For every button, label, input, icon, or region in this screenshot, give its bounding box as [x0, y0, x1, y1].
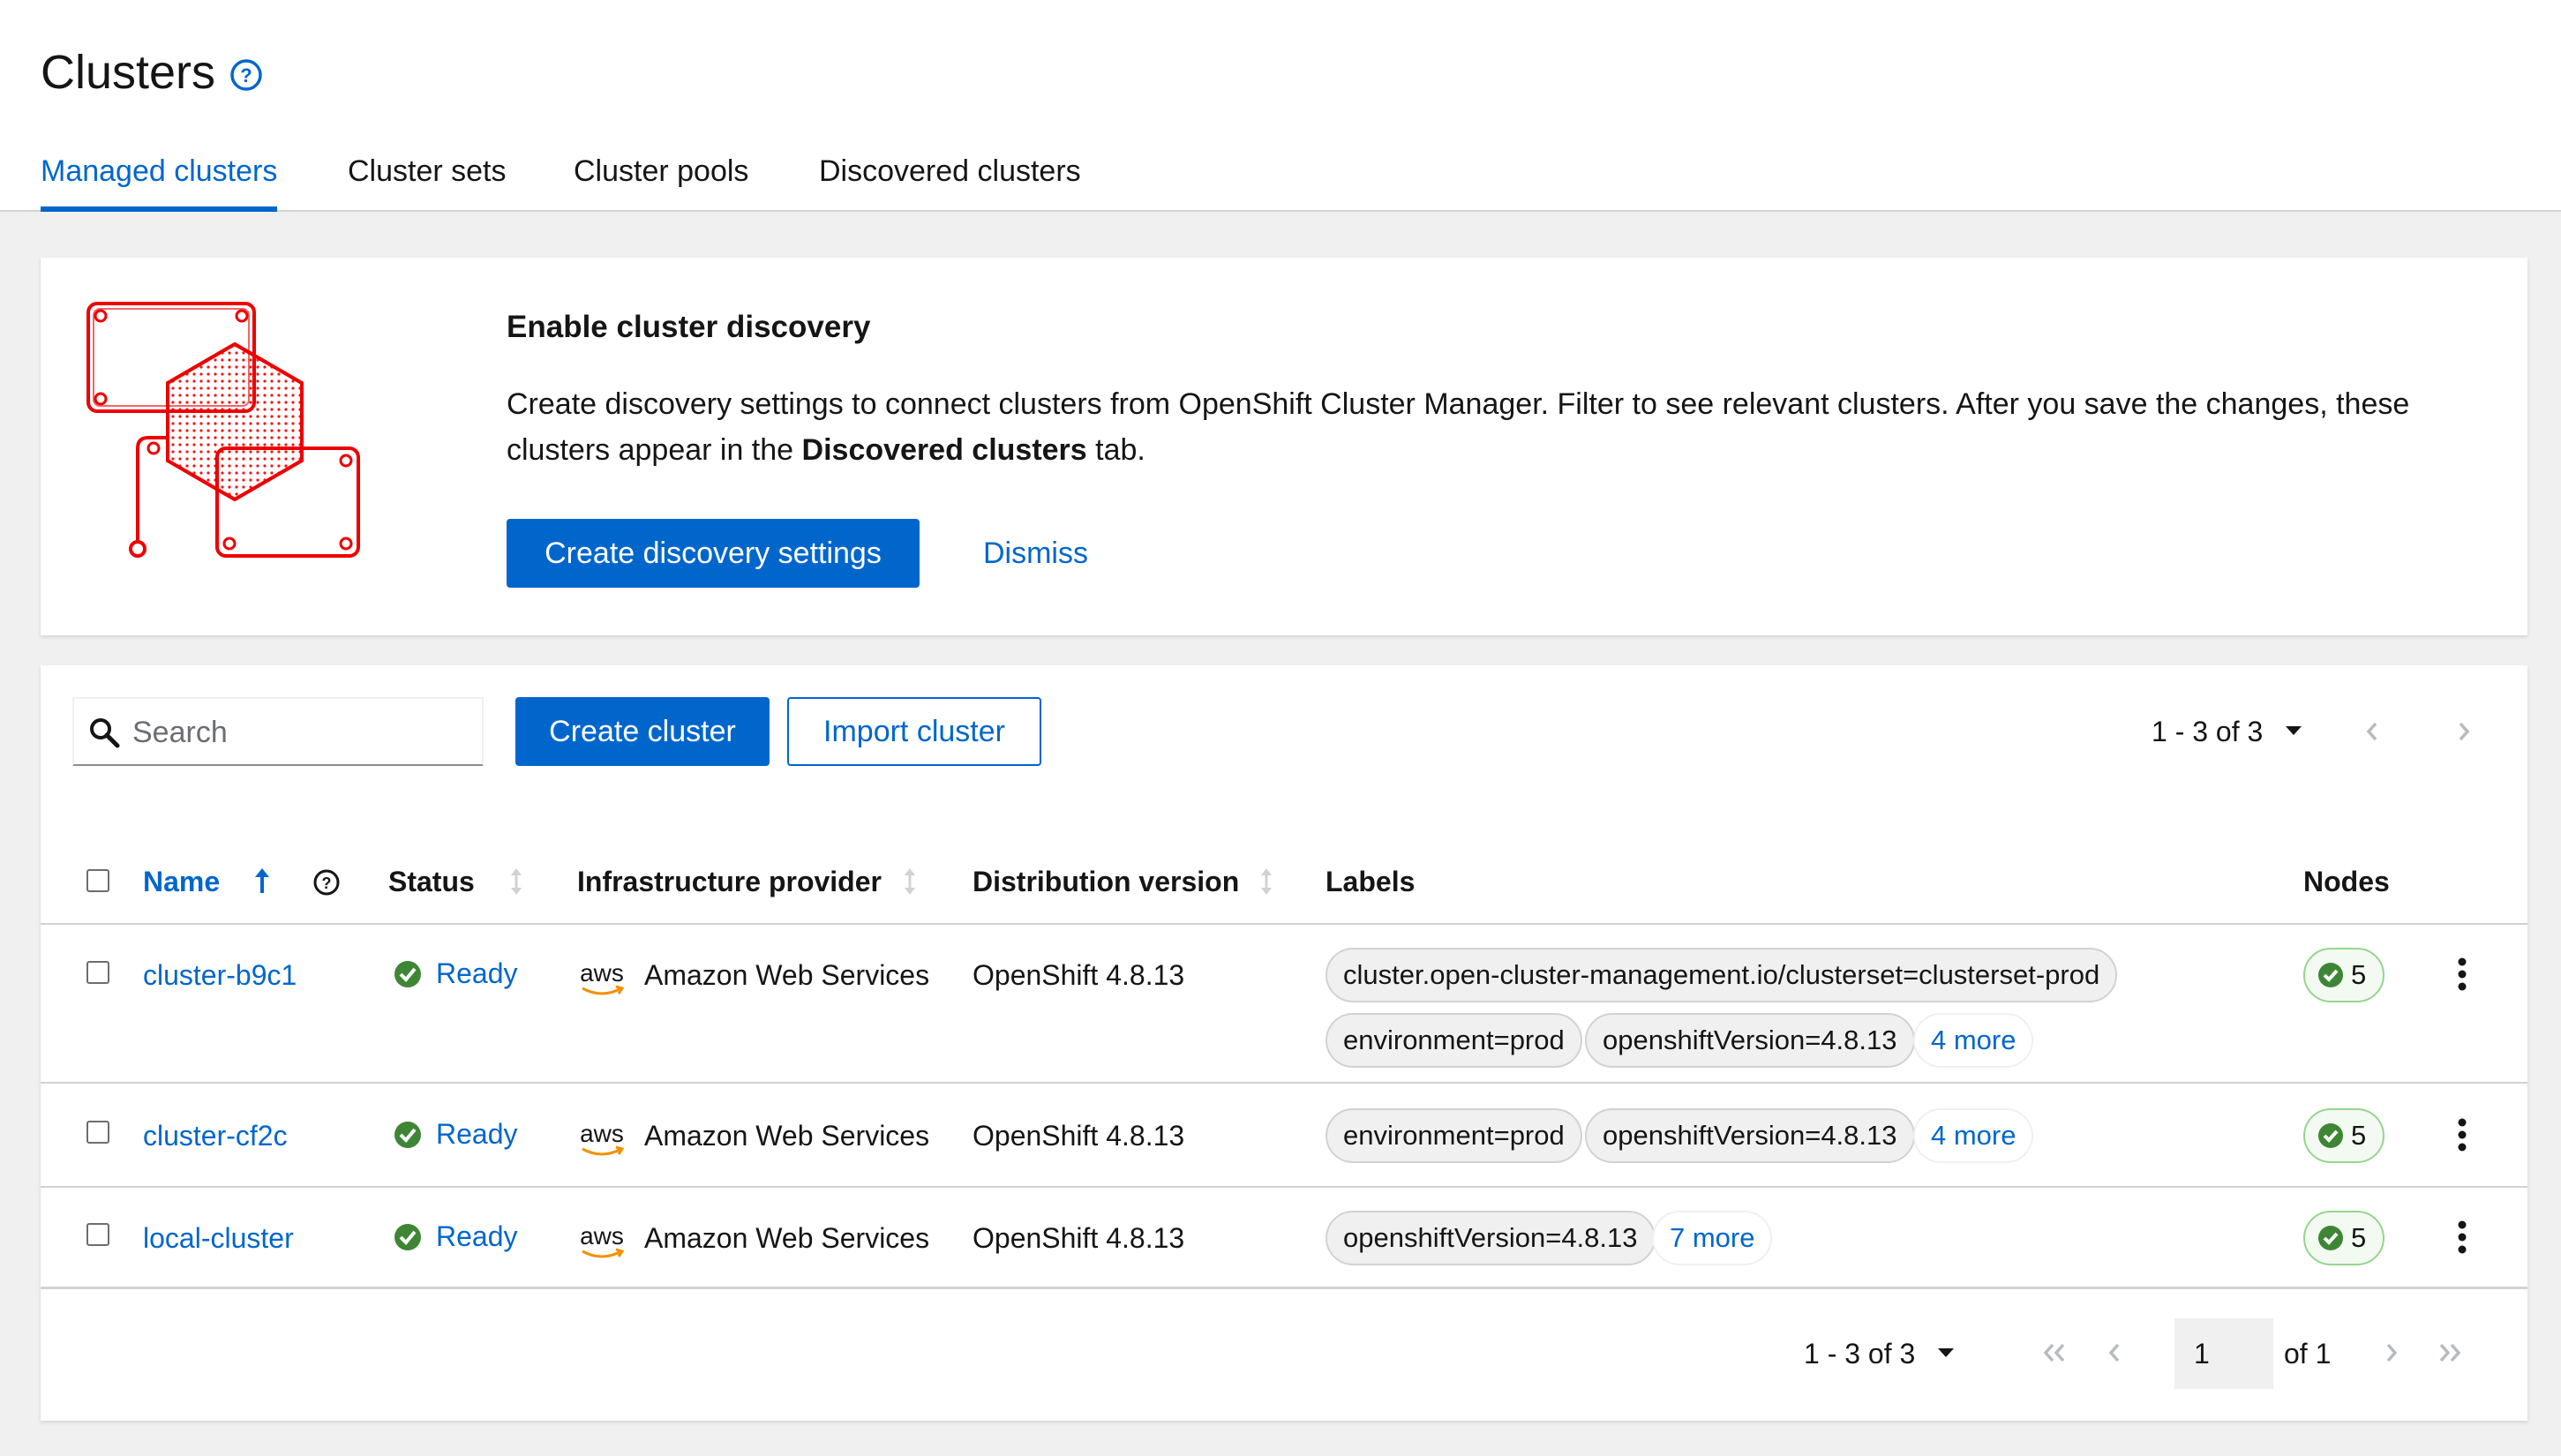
tab-managed-clusters[interactable]: Managed clusters [41, 148, 278, 212]
first-page-icon[interactable] [2039, 1340, 2070, 1366]
page-count-text: of 1 [2284, 1338, 2332, 1370]
more-labels-button[interactable]: 4 more [1913, 1013, 2034, 1068]
label-chip: environment=prod [1326, 1108, 1582, 1163]
search-field[interactable] [72, 697, 484, 766]
nodes-count-badge[interactable]: 5 [2303, 1211, 2385, 1265]
next-page-icon[interactable] [2381, 1340, 2402, 1366]
page-number-input[interactable] [2174, 1318, 2273, 1389]
cluster-discovery-illustration [86, 302, 360, 558]
previous-page-icon[interactable] [2104, 1340, 2125, 1366]
cluster-name-link[interactable]: cluster-b9c1 [143, 953, 297, 997]
discovery-description-emphasis: Discovered clusters [801, 433, 1087, 467]
distribution-version: OpenShift 4.8.13 [973, 1222, 1185, 1254]
label-chip: openshiftVersion=4.8.13 [1585, 1013, 1915, 1068]
column-header-infrastructure-provider[interactable]: Infrastructure provider [577, 859, 882, 904]
column-header-status[interactable]: Status [388, 859, 475, 904]
aws-logo-icon: aws [580, 1223, 625, 1258]
cluster-name-link[interactable]: cluster-cf2c [143, 1114, 288, 1158]
discovery-description-text: Create discovery settings to connect clu… [507, 387, 2410, 467]
row-select-checkbox[interactable] [86, 1121, 109, 1144]
caret-down-icon[interactable] [1936, 1347, 1956, 1359]
row-select-checkbox[interactable] [86, 961, 109, 984]
page-title: Clusters [41, 46, 216, 99]
dismiss-button[interactable]: Dismiss [983, 519, 1088, 588]
column-header-name[interactable]: Name [143, 859, 220, 904]
pagination-footer: 1 - 3 of 3 of 1 [41, 1287, 2527, 1421]
tab-cluster-pools[interactable]: Cluster pools [574, 148, 748, 212]
label-chip: cluster.open-cluster-management.io/clust… [1326, 948, 2118, 1002]
check-circle-icon [394, 961, 421, 987]
status-ready-link[interactable]: Ready [436, 951, 518, 995]
kebab-menu-icon[interactable] [2453, 1218, 2471, 1257]
select-all-checkbox[interactable] [86, 869, 109, 892]
discovery-description: Create discovery settings to connect clu… [507, 381, 2501, 473]
tab-discovered-clusters[interactable]: Discovered clusters [819, 148, 1081, 212]
label-chip: openshiftVersion=4.8.13 [1326, 1211, 1656, 1265]
svg-text:aws: aws [580, 960, 624, 987]
help-icon[interactable]: ? [229, 58, 263, 92]
create-discovery-settings-button[interactable]: Create discovery settings [507, 519, 920, 588]
provider-name: Amazon Web Services [644, 959, 930, 991]
row-divider [41, 1082, 2527, 1084]
header-divider [41, 923, 2527, 925]
cluster-name-link[interactable]: local-cluster [143, 1216, 294, 1260]
nodes-count-badge[interactable]: 5 [2303, 1108, 2385, 1163]
aws-logo-icon: aws [580, 960, 625, 995]
discovery-banner-card: Enable cluster discovery Create discover… [41, 258, 2527, 635]
caret-down-icon[interactable] [2284, 724, 2303, 737]
pagination-range-toggle[interactable]: 1 - 3 of 3 [2152, 709, 2263, 754]
help-icon[interactable]: ? [312, 868, 341, 897]
next-page-icon[interactable] [2453, 718, 2475, 745]
distribution-version: OpenShift 4.8.13 [973, 959, 1185, 991]
tab-cluster-sets[interactable]: Cluster sets [348, 148, 507, 212]
row-select-checkbox[interactable] [86, 1223, 109, 1246]
kebab-menu-icon[interactable] [2453, 1115, 2471, 1154]
nodes-count: 5 [2351, 1120, 2367, 1151]
status-ready-link[interactable]: Ready [436, 1112, 518, 1156]
check-circle-icon [394, 1224, 421, 1250]
sort-icon[interactable] [900, 867, 920, 897]
sort-ascending-icon[interactable] [252, 867, 272, 897]
discovery-description-suffix: tab. [1086, 433, 1145, 467]
clusters-table-card: Create cluster Import cluster 1 - 3 of 3… [41, 665, 2527, 1421]
check-circle-icon [2318, 1226, 2343, 1250]
nodes-count-badge[interactable]: 5 [2303, 948, 2385, 1002]
discovery-title: Enable cluster discovery [507, 310, 871, 344]
column-header-distribution-version[interactable]: Distribution version [973, 859, 1239, 904]
nodes-count: 5 [2351, 1222, 2367, 1253]
label-chip: openshiftVersion=4.8.13 [1585, 1108, 1915, 1163]
check-circle-icon [394, 1122, 421, 1148]
kebab-menu-icon[interactable] [2453, 955, 2471, 994]
status-ready-link[interactable]: Ready [436, 1214, 518, 1258]
row-divider [41, 1186, 2527, 1188]
search-icon [90, 718, 120, 748]
previous-page-icon[interactable] [2362, 718, 2383, 745]
provider-name: Amazon Web Services [644, 1222, 930, 1254]
aws-logo-icon: aws [580, 1121, 625, 1156]
distribution-version: OpenShift 4.8.13 [973, 1120, 1185, 1152]
check-circle-icon [2318, 1123, 2343, 1148]
check-circle-icon [2318, 963, 2343, 987]
sort-icon[interactable] [1257, 867, 1276, 897]
svg-text:?: ? [240, 64, 252, 86]
page-header: Clusters ? Managed clusters Cluster sets… [0, 0, 2561, 212]
provider-name: Amazon Web Services [644, 1120, 930, 1152]
last-page-icon[interactable] [2434, 1340, 2466, 1366]
more-labels-button[interactable]: 7 more [1652, 1211, 1773, 1265]
create-cluster-button[interactable]: Create cluster [515, 697, 770, 766]
more-labels-button[interactable]: 4 more [1913, 1108, 2034, 1163]
nodes-count: 5 [2351, 959, 2367, 990]
svg-text:aws: aws [580, 1223, 624, 1250]
import-cluster-button[interactable]: Import cluster [787, 697, 1041, 766]
column-header-nodes: Nodes [2303, 866, 2390, 897]
svg-text:?: ? [322, 874, 332, 892]
pagination-range-toggle[interactable]: 1 - 3 of 3 [1804, 1331, 1915, 1377]
label-chip: environment=prod [1326, 1013, 1582, 1068]
column-header-labels: Labels [1326, 866, 1416, 897]
search-input[interactable] [132, 702, 477, 762]
svg-text:aws: aws [580, 1121, 624, 1147]
sort-icon[interactable] [507, 867, 526, 897]
